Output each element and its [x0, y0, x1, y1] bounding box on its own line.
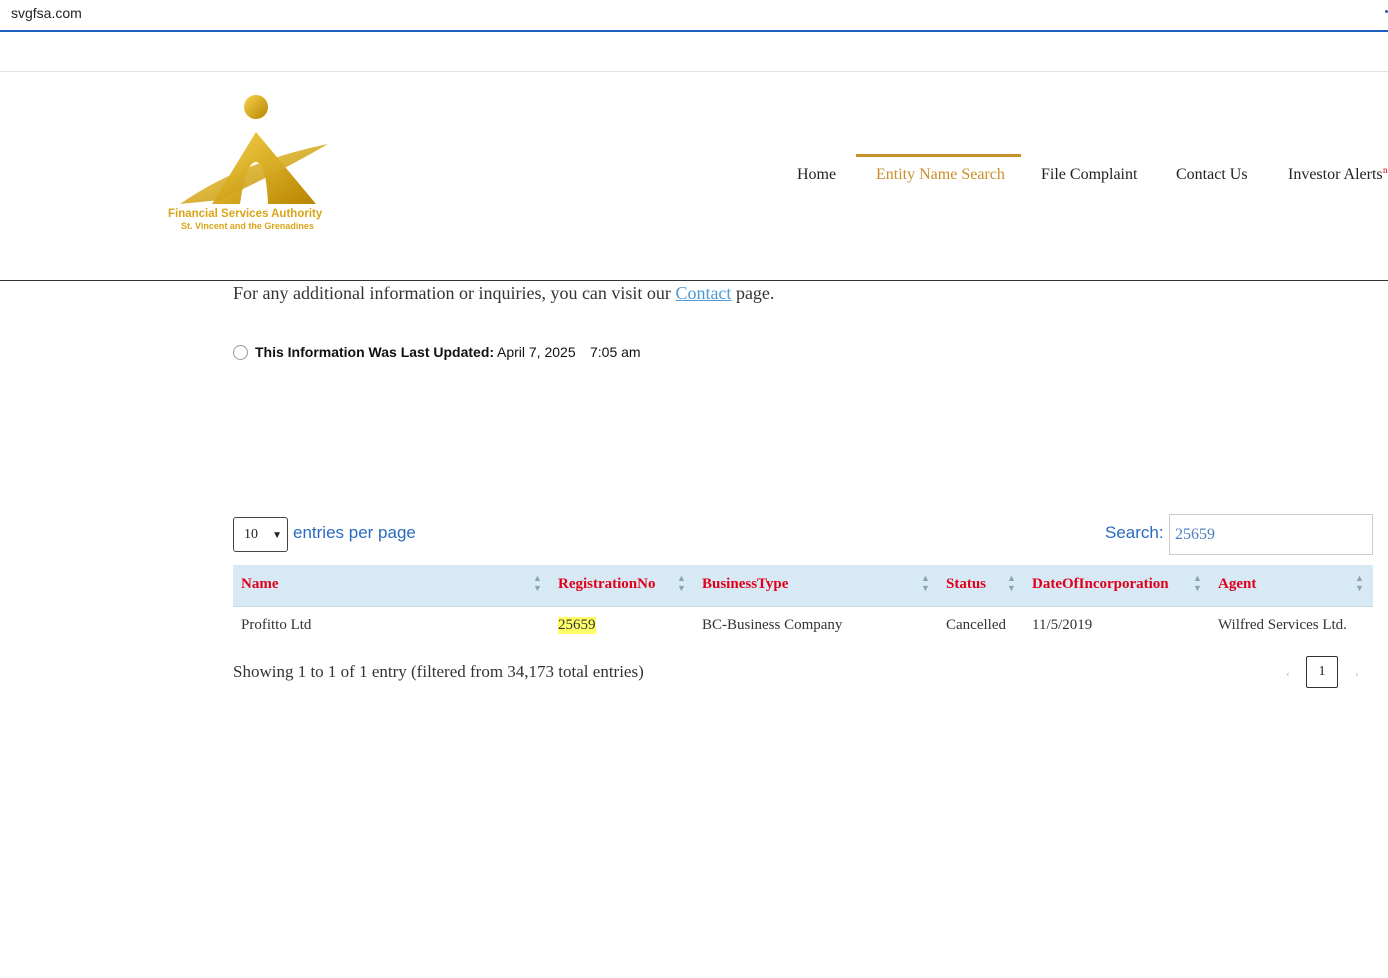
contact-link[interactable]: Contact [675, 283, 731, 303]
logo-title: Financial Services Authority [168, 208, 323, 220]
col-header-businesstype[interactable]: BusinessType [702, 576, 788, 593]
col-header-agent[interactable]: Agent [1218, 576, 1256, 593]
entries-per-page-select[interactable]: 10 ▼ [233, 517, 288, 552]
header-divider [0, 280, 1388, 281]
cell-agent: Wilfred Services Ltd. [1218, 617, 1347, 633]
cell-name: Profitto Ltd [241, 617, 312, 633]
logo-subtitle: St. Vincent and the Grenadines [181, 221, 314, 231]
last-updated-time: 7:05 am [590, 344, 641, 360]
chevron-down-icon: ▼ [272, 530, 282, 541]
cell-dateofincorporation: 11/5/2019 [1032, 617, 1093, 633]
showing-entries-text: Showing 1 to 1 of 1 entry (filtered from… [233, 662, 644, 681]
info-text: For any additional information or inquir… [233, 283, 774, 304]
cell-businesstype: BC-Business Company [702, 617, 843, 633]
browser-address-bar[interactable]: svgfsa.com [0, 0, 1388, 32]
sort-icon[interactable]: ▲ ▼ [533, 573, 542, 593]
sort-icon[interactable]: ▲ ▼ [1355, 573, 1364, 593]
last-updated-label: This Information Was Last Updated: [255, 344, 495, 360]
new-badge: n [1383, 165, 1388, 175]
next-page-button[interactable]: › [1355, 668, 1359, 680]
sort-icon[interactable]: ▲ ▼ [677, 573, 686, 593]
clock-icon [233, 345, 248, 360]
nav-investor-alerts[interactable]: Investor Alerts [1288, 166, 1383, 184]
search-value: 25659 [1175, 526, 1215, 543]
col-header-registrationno[interactable]: RegistrationNo [558, 576, 656, 593]
page-1-button[interactable]: 1 [1306, 656, 1338, 688]
nav-file-complaint[interactable]: File Complaint [1041, 166, 1137, 184]
info-prefix: For any additional information or inquir… [233, 283, 671, 303]
table-row: Profitto Ltd 25659 BC-Business Company C… [233, 606, 1373, 646]
table-header: Name ▲ ▼ RegistrationNo ▲ ▼ BusinessType ▲… [233, 565, 1373, 607]
prev-page-button[interactable]: ‹ [1286, 668, 1290, 680]
col-header-name[interactable]: Name [241, 576, 279, 593]
entries-value: 10 [244, 527, 258, 542]
last-updated-date: April 7, 2025 [497, 344, 576, 360]
sort-icon[interactable]: ▲ ▼ [1193, 573, 1202, 593]
divider [0, 71, 1388, 72]
nav-entity-name-search[interactable]: Entity Name Search [876, 166, 1005, 184]
cell-registrationno: 25659 [558, 617, 596, 634]
active-nav-indicator [856, 154, 1021, 157]
col-header-status[interactable]: Status [946, 576, 986, 593]
col-header-dateofincorporation[interactable]: DateOfIncorporation [1032, 576, 1169, 593]
nav-contact-us[interactable]: Contact Us [1176, 166, 1248, 184]
sort-icon[interactable]: ▲ ▼ [1007, 573, 1016, 593]
search-input[interactable]: 25659 [1169, 514, 1373, 555]
entries-per-page-label: entries per page [293, 523, 416, 542]
cell-status: Cancelled [946, 617, 1006, 633]
info-suffix: page. [735, 283, 775, 303]
search-label: Search: [1105, 523, 1164, 542]
sort-icon[interactable]: ▲ ▼ [921, 573, 930, 593]
url-text[interactable]: svgfsa.com [11, 5, 82, 21]
nav-home[interactable]: Home [797, 166, 836, 184]
